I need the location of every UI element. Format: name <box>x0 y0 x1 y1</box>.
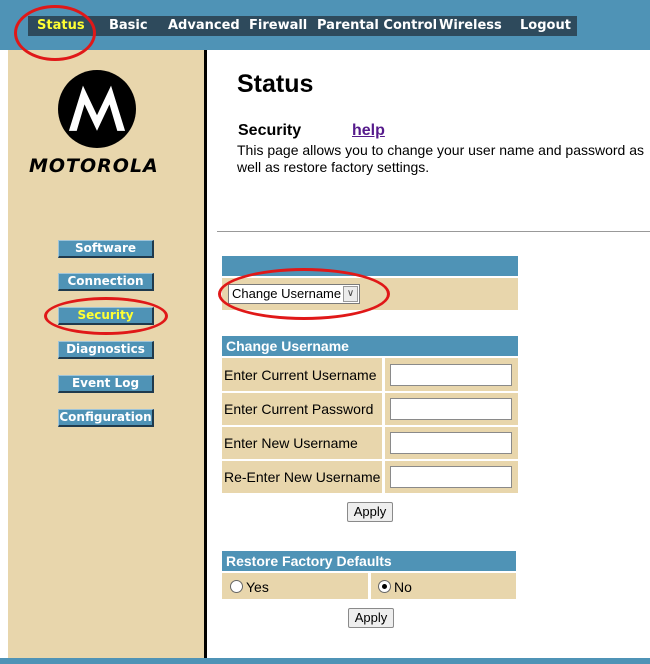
apply-restore-button[interactable]: Apply <box>348 608 394 628</box>
page-title: Status <box>237 70 314 98</box>
sidebar-item-connection[interactable]: Connection <box>58 273 154 291</box>
divider <box>217 231 650 232</box>
current-password-label: Enter Current Password <box>224 401 374 417</box>
current-password-input[interactable] <box>390 398 512 420</box>
nav-advanced[interactable]: Advanced <box>168 16 240 36</box>
restore-yes-label: Yes <box>246 579 269 595</box>
brand-name: MOTOROLA <box>29 155 159 177</box>
sidebar-divider <box>204 50 207 658</box>
nav-basic[interactable]: Basic <box>109 16 148 36</box>
section-heading: Security <box>238 122 302 139</box>
reenter-username-label: Re-Enter New Username <box>224 469 381 485</box>
help-link[interactable]: help <box>352 122 385 140</box>
restore-no-cell <box>371 573 516 599</box>
apply-username-button[interactable]: Apply <box>347 502 393 522</box>
new-username-label: Enter New Username <box>224 435 358 451</box>
current-username-input[interactable] <box>390 364 512 386</box>
nav-logout[interactable]: Logout <box>520 16 571 36</box>
sidebar-item-diagnostics[interactable]: Diagnostics <box>58 341 154 359</box>
annotation-circle-status <box>14 5 96 61</box>
page-description: This page allows you to change your user… <box>237 142 645 175</box>
reenter-username-input[interactable] <box>390 466 512 488</box>
restore-defaults-header: Restore Factory Defaults <box>222 551 516 571</box>
nav-parental-control[interactable]: Parental Control <box>317 16 437 36</box>
nav-wireless[interactable]: Wireless <box>439 16 502 36</box>
sidebar-item-event-log[interactable]: Event Log <box>58 375 154 393</box>
sidebar-item-configuration[interactable]: Configuration <box>58 409 154 427</box>
restore-no-label: No <box>394 579 412 595</box>
annotation-circle-select <box>218 268 390 320</box>
top-nav: Status Basic Advanced Firewall Parental … <box>28 16 577 36</box>
restore-yes-radio[interactable] <box>230 580 243 593</box>
sidebar-item-software[interactable]: Software <box>58 240 154 258</box>
current-username-label: Enter Current Username <box>224 367 377 383</box>
motorola-batwing-icon <box>58 70 136 148</box>
restore-no-radio[interactable] <box>378 580 391 593</box>
annotation-circle-security <box>44 297 168 335</box>
new-username-input[interactable] <box>390 432 512 454</box>
change-username-header: Change Username <box>222 336 518 356</box>
restore-yes-cell <box>222 573 368 599</box>
bottom-bar <box>0 658 650 664</box>
nav-firewall[interactable]: Firewall <box>249 16 307 36</box>
